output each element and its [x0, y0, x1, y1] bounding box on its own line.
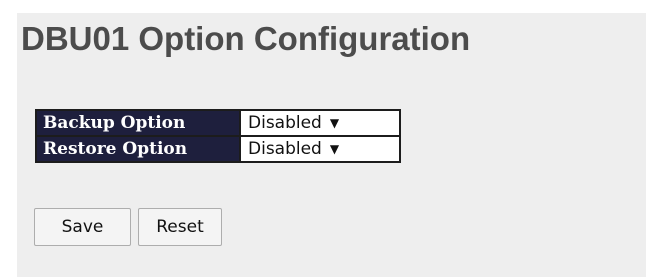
restore-option-select[interactable]: Disabled ▼ — [248, 137, 340, 161]
chevron-down-icon: ▼ — [329, 116, 340, 130]
restore-option-label: Restore Option — [35, 135, 241, 163]
backup-option-selected-value: Disabled — [248, 113, 322, 133]
backup-option-cell: Disabled ▼ — [239, 109, 401, 137]
reset-button[interactable]: Reset — [138, 208, 222, 246]
save-button[interactable]: Save — [34, 208, 131, 246]
chevron-down-icon: ▼ — [329, 142, 340, 156]
table-row: Backup Option Disabled ▼ — [35, 109, 401, 137]
backup-option-select[interactable]: Disabled ▼ — [248, 111, 340, 135]
options-table: Backup Option Disabled ▼ Restore Option … — [35, 109, 401, 163]
backup-option-label: Backup Option — [35, 109, 241, 137]
page-title: DBU01 Option Configuration — [21, 20, 471, 57]
restore-option-cell: Disabled ▼ — [239, 135, 401, 163]
table-row: Restore Option Disabled ▼ — [35, 135, 401, 163]
restore-option-selected-value: Disabled — [248, 139, 322, 159]
